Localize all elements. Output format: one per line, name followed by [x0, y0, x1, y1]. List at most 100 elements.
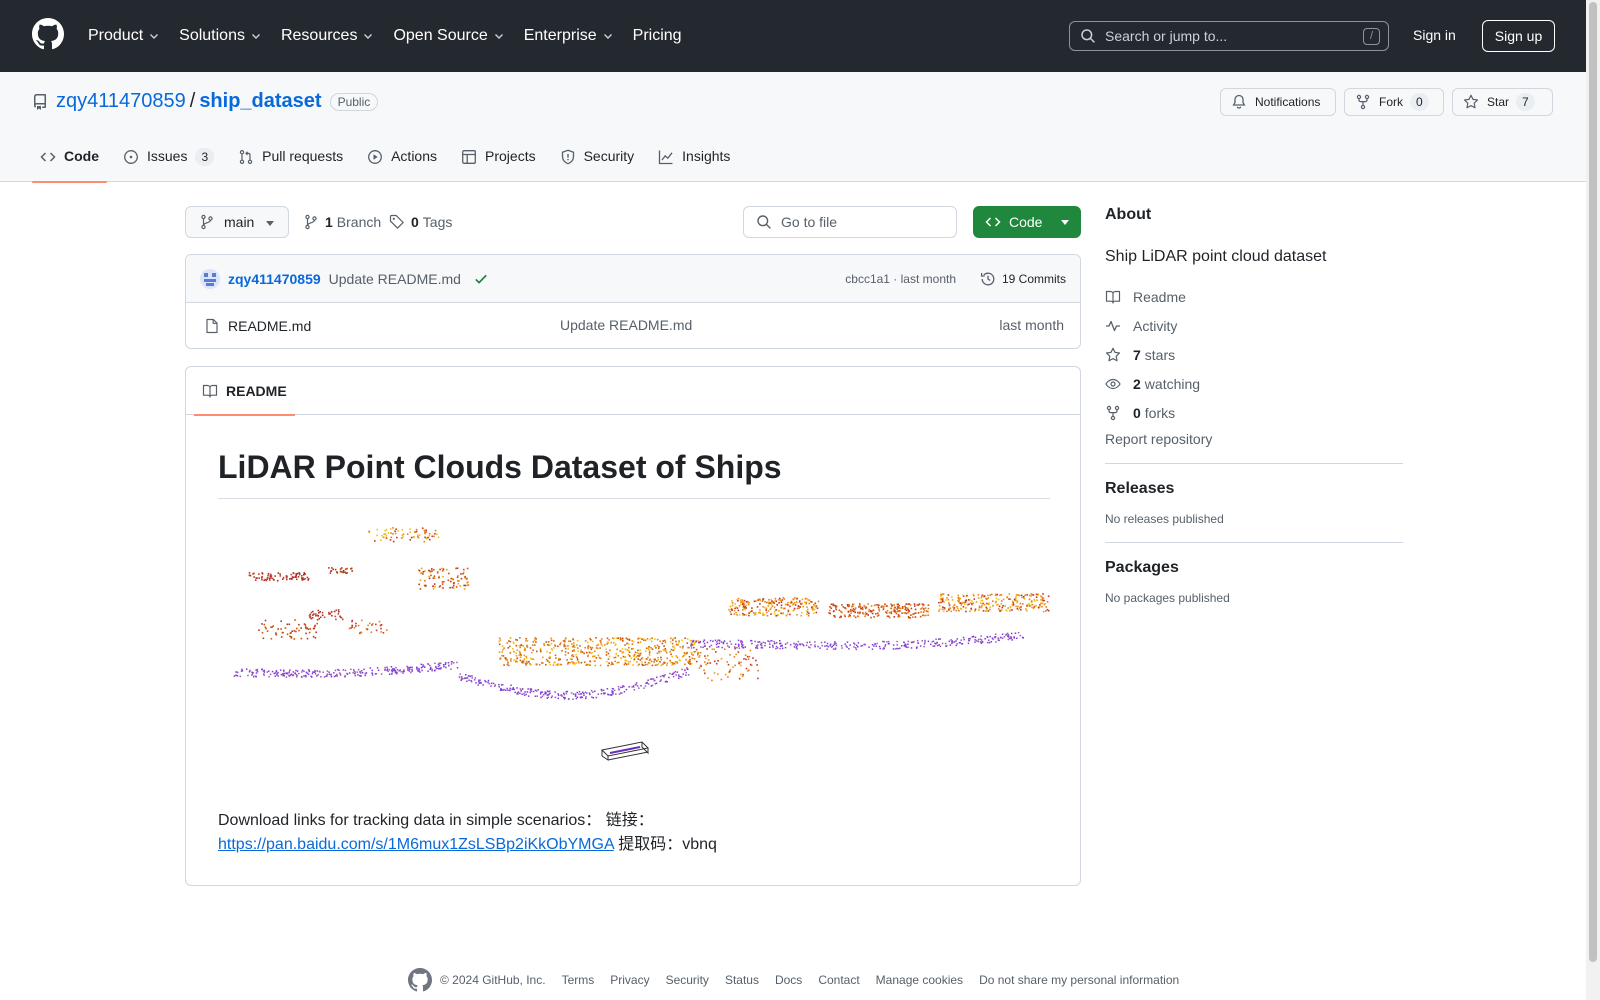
- point-cloud-point: [416, 668, 418, 671]
- repo-owner-link[interactable]: zqy411470859: [56, 90, 186, 113]
- commit-author-link[interactable]: zqy411470859: [228, 271, 321, 287]
- branch-select-button[interactable]: main: [185, 206, 289, 238]
- point-cloud-point: [771, 600, 773, 602]
- repo-name-link[interactable]: ship_dataset: [199, 90, 321, 113]
- point-cloud-point: [590, 689, 593, 692]
- lidar-point-cloud-image[interactable]: [218, 507, 1050, 777]
- tab-projects[interactable]: Projects: [453, 140, 544, 182]
- point-cloud-point: [318, 670, 321, 673]
- footer-link-terms[interactable]: Terms: [562, 973, 595, 987]
- point-cloud-point: [902, 606, 904, 608]
- point-cloud-point: [380, 631, 382, 633]
- point-cloud-point: [527, 695, 530, 697]
- play-icon: [368, 150, 383, 164]
- notifications-button[interactable]: Notifications: [1220, 88, 1336, 116]
- tab-actions[interactable]: Actions: [359, 140, 445, 182]
- readme-tab[interactable]: README: [194, 367, 295, 416]
- nav-product[interactable]: Product: [88, 27, 160, 45]
- point-cloud-point: [344, 669, 347, 672]
- watchers-link[interactable]: 2 watching: [1105, 369, 1403, 398]
- releases-heading[interactable]: Releases: [1105, 480, 1403, 498]
- footer-link-security[interactable]: Security: [666, 973, 709, 987]
- baidu-download-link[interactable]: https://pan.baidu.com/s/1M6mux1ZsLSBp2iK…: [218, 836, 614, 853]
- point-cloud-point: [620, 686, 622, 689]
- point-cloud-point: [1011, 639, 1013, 641]
- point-cloud-point: [905, 609, 908, 611]
- point-cloud-point: [1046, 608, 1049, 611]
- point-cloud-point: [396, 672, 398, 675]
- point-cloud-point: [621, 640, 624, 642]
- footer-link-manage-cookies[interactable]: Manage cookies: [876, 973, 963, 987]
- stars-link[interactable]: 7 stars: [1105, 340, 1403, 369]
- point-cloud-point: [617, 686, 620, 688]
- tab-code[interactable]: Code: [32, 140, 107, 183]
- tab-insights[interactable]: Insights: [650, 140, 738, 182]
- point-cloud-point: [333, 672, 335, 674]
- nav-pricing[interactable]: Pricing: [633, 27, 682, 45]
- check-icon[interactable]: [473, 271, 489, 287]
- point-cloud-point: [898, 614, 901, 617]
- point-cloud-point: [854, 611, 856, 614]
- readme-link[interactable]: Readme: [1105, 282, 1403, 311]
- point-cloud-point: [896, 644, 898, 646]
- sign-in-link[interactable]: Sign in: [1413, 27, 1456, 43]
- file-name-link[interactable]: README.md: [228, 318, 311, 334]
- github-logo-icon[interactable]: [32, 18, 64, 50]
- nav-open-source[interactable]: Open Source: [393, 27, 504, 45]
- footer-link-docs[interactable]: Docs: [775, 973, 802, 987]
- forks-link[interactable]: 0 forks: [1105, 398, 1403, 427]
- point-cloud-point: [705, 663, 707, 666]
- avatar[interactable]: [200, 268, 220, 289]
- stars-label: stars: [1144, 346, 1176, 363]
- footer-link-status[interactable]: Status: [725, 973, 759, 987]
- report-repository-link[interactable]: Report repository: [1105, 431, 1403, 447]
- sign-up-button[interactable]: Sign up: [1482, 20, 1555, 52]
- footer-link-privacy[interactable]: Privacy: [610, 973, 649, 987]
- scrollbar-thumb[interactable]: [1589, 2, 1597, 962]
- nav-enterprise[interactable]: Enterprise: [524, 27, 614, 45]
- footer-link-do-not-share[interactable]: Do not share my personal information: [979, 973, 1179, 987]
- point-cloud-point: [298, 629, 300, 632]
- point-cloud-point: [437, 668, 440, 670]
- point-cloud-point: [939, 645, 942, 647]
- point-cloud-point: [593, 650, 596, 653]
- star-button[interactable]: Star 7: [1452, 88, 1553, 116]
- footer-link-contact[interactable]: Contact: [818, 973, 859, 987]
- tab-pull-requests[interactable]: Pull requests: [230, 140, 351, 182]
- tab-issues[interactable]: Issues 3: [115, 140, 222, 182]
- tags-link[interactable]: 0 Tags: [389, 214, 452, 230]
- commits-history-link[interactable]: 19 Commits: [980, 264, 1066, 294]
- packages-heading[interactable]: Packages: [1105, 559, 1403, 577]
- commit-message-link[interactable]: Update README.md: [329, 271, 461, 287]
- table-row[interactable]: README.md Update README.md last month: [186, 303, 1080, 348]
- commit-hash-time[interactable]: cbcc1a1 · last month: [845, 272, 956, 286]
- point-cloud-point: [864, 613, 867, 615]
- nav-resources[interactable]: Resources: [281, 27, 374, 45]
- activity-link[interactable]: Activity: [1105, 311, 1403, 340]
- point-cloud-point: [863, 604, 866, 607]
- go-to-file-input[interactable]: Go to file: [743, 206, 957, 238]
- fork-icon: [1106, 405, 1120, 420]
- point-cloud-point: [813, 612, 815, 614]
- tab-security[interactable]: Security: [552, 140, 643, 182]
- point-cloud-point: [312, 610, 314, 613]
- file-commit-message-link[interactable]: Update README.md: [560, 317, 692, 333]
- github-mark-icon[interactable]: [408, 968, 432, 992]
- point-cloud-point: [604, 644, 606, 646]
- fork-button[interactable]: Fork 0: [1344, 88, 1444, 116]
- point-cloud-point: [413, 536, 415, 539]
- nav-solutions[interactable]: Solutions: [179, 27, 262, 45]
- point-cloud-point: [710, 644, 713, 647]
- point-cloud-point: [757, 641, 759, 643]
- point-cloud-point: [864, 615, 866, 618]
- point-cloud-point: [875, 604, 877, 606]
- page-scrollbar[interactable]: [1586, 0, 1600, 1000]
- global-search-input[interactable]: Search or jump to... /: [1069, 21, 1389, 51]
- repo-description: Ship LiDAR point cloud dataset: [1105, 248, 1327, 265]
- code-dropdown-button[interactable]: Code: [973, 206, 1081, 238]
- point-cloud-point: [734, 643, 737, 645]
- point-cloud-point: [464, 576, 466, 579]
- point-cloud-point: [670, 653, 672, 656]
- branches-link[interactable]: 1 Branch: [303, 214, 381, 230]
- point-cloud-point: [745, 658, 747, 661]
